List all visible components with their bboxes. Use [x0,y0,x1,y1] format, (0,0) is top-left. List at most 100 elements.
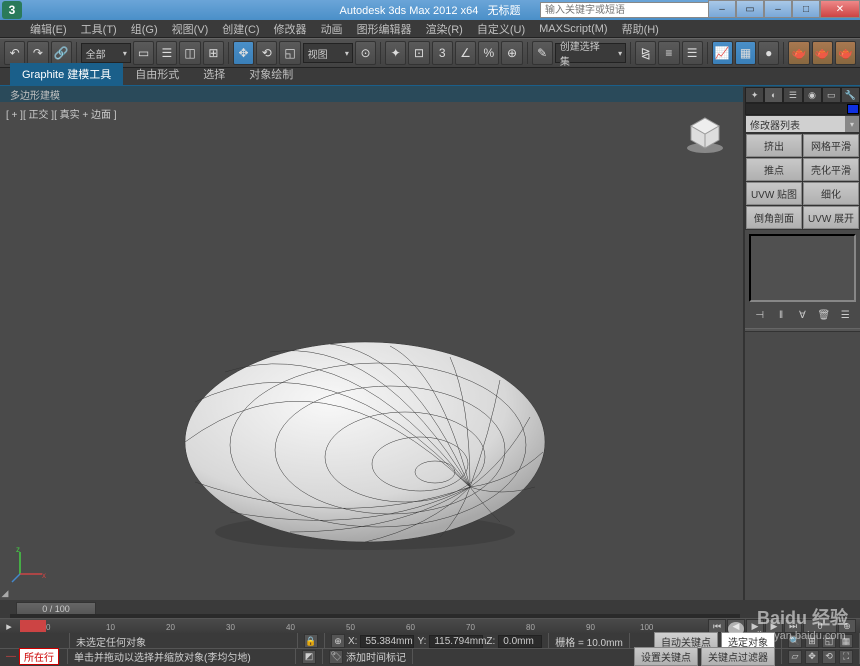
menu-create[interactable]: 创建(C) [216,19,265,39]
mod-push-button[interactable]: 推点 [746,158,802,181]
modifier-list-arrow-icon[interactable]: ▾ [845,116,859,132]
link-button[interactable]: 🔗 [51,41,72,65]
z-field[interactable]: 0.0mm [498,635,542,648]
time-tag-label[interactable]: 添加时间标记 [346,649,406,664]
refcoord-dropdown[interactable]: 视图 [303,43,353,63]
modifier-list-dropdown[interactable]: 修改器列表 [746,116,845,132]
mod-unwrap-button[interactable]: UVW 展开 [803,206,859,229]
align-button[interactable]: ≡ [658,41,679,65]
close-button[interactable]: ✕ [820,0,860,18]
maximize-viewport-icon[interactable]: ⛶ [839,650,853,664]
select-by-name-button[interactable]: ☰ [156,41,177,65]
orbit-icon[interactable]: ⟲ [822,650,836,664]
rendered-frame-button[interactable]: 🫖 [812,41,833,65]
menu-customize[interactable]: 自定义(U) [471,19,531,39]
tab-display-icon[interactable]: ▭ [822,87,841,103]
spinner-snap-button[interactable]: ⊕ [501,41,522,65]
ribbon-tab-graphite[interactable]: Graphite 建模工具 [10,63,123,85]
x-field[interactable]: 55.384mm [360,635,414,648]
tab-motion-icon[interactable]: ◉ [803,87,822,103]
use-center-button[interactable]: ⊙ [355,41,376,65]
menu-tools[interactable]: 工具(T) [75,19,123,39]
tab-create-icon[interactable]: ✦ [745,87,764,103]
make-unique-icon[interactable]: ∀ [795,308,809,322]
percent-snap-button[interactable]: % [478,41,499,65]
tab-modify-icon[interactable]: ◐ [764,87,783,103]
app-logo[interactable]: 3 [2,1,22,19]
fov-icon[interactable]: ▱ [788,650,802,664]
lock-selection-icon[interactable]: 🔒 [298,633,325,649]
zoom-extents-all-icon[interactable]: ▦ [839,634,853,648]
mod-bevelprofile-button[interactable]: 倒角剖面 [746,206,802,229]
time-tag-icon[interactable]: 🏷 [329,650,343,664]
app-maximize-button[interactable]: □ [792,0,820,18]
app-minimize-button[interactable]: – [764,0,792,18]
menu-modifiers[interactable]: 修改器 [268,19,313,39]
angle-snap-button[interactable]: ∠ [455,41,476,65]
render-production-button[interactable]: 🫖 [835,41,856,65]
render-setup-button[interactable]: 🫖 [788,41,809,65]
redo-button[interactable]: ↷ [27,41,48,65]
menu-maxscript[interactable]: MAXScript(M) [533,21,613,37]
mod-tessellate-button[interactable]: 细化 [803,182,859,205]
select-region-button[interactable]: ◫ [179,41,200,65]
isolate-icon[interactable]: ◩ [296,649,323,664]
menu-render[interactable]: 渲染(R) [420,19,469,39]
ribbon-panel-label[interactable]: 多边形建模 [10,87,60,102]
menu-view[interactable]: 视图(V) [166,19,215,39]
select-rotate-button[interactable]: ⟲ [256,41,277,65]
mirror-button[interactable]: ⧎ [635,41,656,65]
suoxing-label[interactable]: 所在行 [19,648,59,665]
setkey-button[interactable]: 设置关键点 [634,647,698,666]
curve-editor-button[interactable]: 📈 [712,41,733,65]
modifier-stack[interactable] [749,234,856,302]
tab-utilities-icon[interactable]: 🔧 [841,87,860,103]
tab-hierarchy-icon[interactable]: ☰ [783,87,802,103]
y-field[interactable]: 115.794mm [429,635,483,648]
select-scale-button[interactable]: ◱ [279,41,300,65]
viewport-resize-handle[interactable]: ◢ [0,588,10,598]
pan-icon[interactable]: ✥ [805,650,819,664]
ribbon-tab-selection[interactable]: 选择 [191,63,237,85]
zoom-icon[interactable]: 🔍 [788,634,802,648]
maxscript-mini-listener[interactable] [0,633,70,649]
panel-divider[interactable] [745,328,860,332]
mod-uvwmap-button[interactable]: UVW 贴图 [746,182,802,205]
zoom-all-icon[interactable]: ⊞ [805,634,819,648]
object-color-swatch[interactable] [847,104,859,114]
select-move-button[interactable]: ✥ [233,41,254,65]
mod-extrude-button[interactable]: 挤出 [746,134,802,157]
select-object-button[interactable]: ▭ [133,41,154,65]
configure-sets-icon[interactable]: ☰ [838,308,852,322]
viewcube[interactable] [685,114,725,154]
viewport-object-sphere[interactable] [180,332,550,552]
layers-button[interactable]: ☰ [682,41,703,65]
edit-named-sel-button[interactable]: ✎ [532,41,553,65]
keyboard-shortcut-button[interactable]: ⊡ [408,41,429,65]
menu-grapheditors[interactable]: 图形编辑器 [351,19,418,39]
selection-filter-dropdown[interactable]: 全部 [81,43,131,63]
time-slider[interactable]: 0 / 100 [0,600,860,618]
menu-edit[interactable]: 编辑(E) [24,19,73,39]
remove-modifier-icon[interactable]: 🗑 [817,308,831,322]
ribbon-tab-paint[interactable]: 对象绘制 [237,63,305,85]
window-crossing-button[interactable]: ⊞ [203,41,224,65]
restore-button[interactable]: ▭ [736,0,764,18]
snap-toggle-button[interactable]: 3 [432,41,453,65]
viewport-label[interactable]: [ + ][ 正交 ][ 真实 + 边面 ] [6,106,117,121]
key-filters-button[interactable]: 关键点过滤器 [701,647,775,666]
mod-shellsmooth-button[interactable]: 壳化平滑 [803,158,859,181]
mod-meshsmooth-button[interactable]: 网格平滑 [803,134,859,157]
ribbon-tab-freeform[interactable]: 自由形式 [123,63,191,85]
menu-help[interactable]: 帮助(H) [616,19,665,39]
minimize-button[interactable]: – [708,0,736,18]
manipulate-button[interactable]: ✦ [385,41,406,65]
viewport[interactable]: [ + ][ 正交 ][ 真实 + 边面 ] [0,102,743,600]
schematic-view-button[interactable]: ▦ [735,41,756,65]
current-frame-field[interactable]: 0 [803,619,837,633]
transform-type-icon[interactable]: ⊕ [331,634,345,648]
undo-button[interactable]: ↶ [4,41,25,65]
time-config-button[interactable]: ⊕ [838,619,856,633]
goto-end-button[interactable]: ⏭ [784,619,802,633]
zoom-extents-icon[interactable]: ◱ [822,634,836,648]
